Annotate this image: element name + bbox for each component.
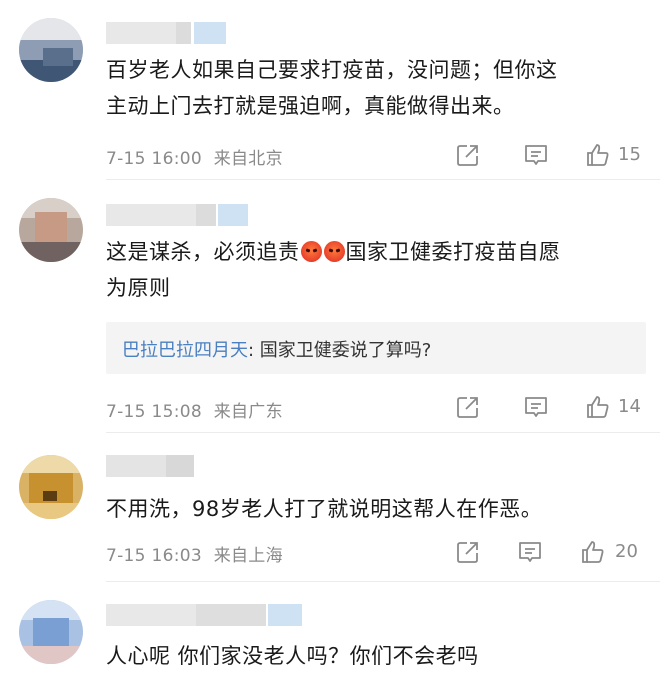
comment-actions: 15	[455, 142, 655, 168]
username-blurred[interactable]	[106, 455, 194, 477]
username-blurred[interactable]	[106, 604, 302, 626]
comment-meta: 7-15 16:03 来自上海	[106, 541, 283, 566]
like-count: 20	[615, 541, 638, 562]
username-blurred[interactable]	[106, 204, 248, 226]
comment-text: 不用洗，98岁老人打了就说明这帮人在作恶。	[106, 497, 543, 521]
avatar[interactable]	[19, 455, 83, 519]
comment-icon[interactable]	[523, 394, 549, 420]
thumbs-up-icon[interactable]	[585, 394, 611, 420]
angry-face-emoji	[323, 241, 345, 262]
comment-item: 不用洗，98岁老人打了就说明这帮人在作恶。 7-15 16:03 来自上海 20	[0, 433, 660, 582]
comment-actions: 20	[455, 539, 655, 565]
comment-feed: 百岁老人如果自己要求打疫苗，没问题；但你这 主动上门去打就是强迫啊，真能做得出来…	[0, 0, 660, 676]
reply-preview[interactable]: 巴拉巴拉四月天: 国家卫健委说了算吗?	[106, 322, 646, 374]
angry-face-emoji	[300, 241, 322, 262]
share-icon[interactable]	[455, 142, 481, 168]
comment-meta: 7-15 15:08 来自广东	[106, 397, 283, 422]
like-count: 15	[618, 144, 641, 165]
like-count: 14	[618, 396, 641, 417]
comment-location: 来自广东	[213, 402, 283, 422]
thumbs-up-icon[interactable]	[585, 142, 611, 168]
thumbs-up-icon[interactable]	[580, 539, 606, 565]
reply-username[interactable]: 巴拉巴拉四月天	[122, 340, 248, 361]
comment-date: 7-15 16:00	[106, 149, 202, 169]
comment-item: 百岁老人如果自己要求打疫苗，没问题；但你这 主动上门去打就是强迫啊，真能做得出来…	[0, 0, 660, 180]
comment-date: 7-15 16:03	[106, 546, 202, 566]
share-icon[interactable]	[455, 539, 481, 565]
comment-date: 7-15 15:08	[106, 402, 202, 422]
username-blurred[interactable]	[106, 22, 226, 44]
reply-text: 国家卫健委说了算吗?	[259, 340, 432, 361]
comment-icon[interactable]	[523, 142, 549, 168]
comment-location: 来自北京	[213, 149, 283, 169]
comment-text: 这是谋杀，必须追责 国家卫健委打疫苗自愿 为原则	[106, 240, 561, 300]
reply-separator: :	[248, 340, 260, 361]
comment-item: 这是谋杀，必须追责 国家卫健委打疫苗自愿 为原则 巴拉巴拉四月天: 国家卫健委说了…	[0, 180, 660, 433]
comment-text: 人心呢 你们家没老人吗？你们不会老吗	[106, 644, 479, 668]
comment-icon[interactable]	[517, 539, 543, 565]
avatar[interactable]	[19, 600, 83, 664]
comment-meta: 7-15 16:00 来自北京	[106, 144, 283, 169]
comment-location: 来自上海	[213, 546, 283, 566]
comment-actions: 14	[455, 394, 655, 420]
avatar[interactable]	[19, 18, 83, 82]
comment-text: 百岁老人如果自己要求打疫苗，没问题；但你这 主动上门去打就是强迫啊，真能做得出来…	[106, 58, 558, 118]
comment-item: 人心呢 你们家没老人吗？你们不会老吗	[0, 582, 660, 676]
avatar[interactable]	[19, 198, 83, 262]
share-icon[interactable]	[455, 394, 481, 420]
